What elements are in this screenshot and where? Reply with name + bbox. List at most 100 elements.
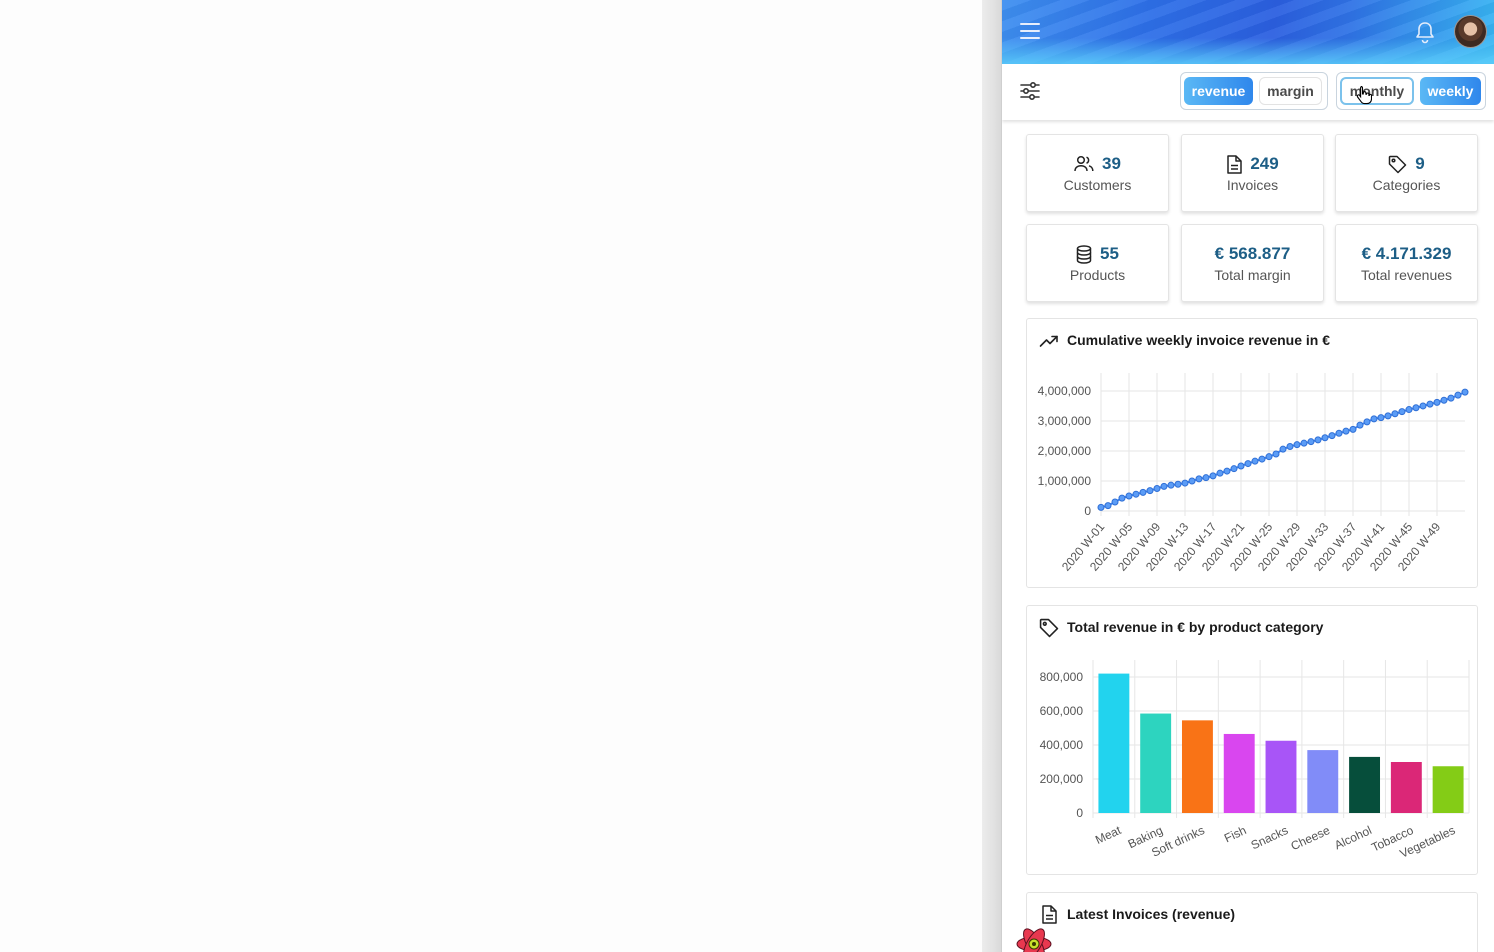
data-point [1356,421,1364,429]
database-icon [1076,244,1092,264]
toolbar: revenue margin monthly weekly [1002,64,1494,120]
data-point [1335,429,1343,437]
data-point [1405,406,1413,414]
category-revenue-bar-chart: 0200,000400,000600,000800,000Meat BakingS… [1040,660,1470,861]
data-point [1279,445,1287,453]
pointer-cursor-icon [1356,85,1372,105]
tag-icon [1039,618,1059,638]
data-point [1202,474,1210,482]
bar-meat [1098,673,1130,813]
data-point [1272,450,1280,458]
stat-value: 55 [1100,244,1119,263]
y-tick-label: 1,000,000 [1038,474,1092,488]
data-point [1321,434,1329,442]
stat-value: 249 [1250,154,1279,173]
data-point [1174,480,1182,488]
data-point [1454,391,1462,399]
data-point [1251,457,1259,465]
menu-icon[interactable] [1020,23,1040,39]
data-point [1426,400,1434,408]
bar-tobacco [1390,762,1422,813]
data-point [1342,427,1350,435]
bar-fish [1223,733,1255,813]
y-tick-label: 600,000 [1040,704,1084,718]
y-tick-label: 200,000 [1040,772,1084,786]
data-point [1328,432,1336,440]
bar-vegetables [1432,766,1464,813]
revenue-toggle[interactable]: revenue [1184,77,1253,105]
data-point [1188,477,1196,485]
stat-label: Products [1069,267,1126,283]
app-header [1002,0,1494,64]
stat-card-invoices: 249 Invoices [1181,134,1324,212]
data-point [1391,410,1399,418]
stat-card-total-margin: € 568.877 Total margin [1181,224,1324,302]
data-point [1146,487,1154,495]
data-point [1181,479,1189,487]
stat-card-total-revenues: € 4.171.329 Total revenues [1335,224,1478,302]
bar-snacks [1265,740,1297,813]
category-revenue-panel: Total revenue in € by product category 0… [1026,605,1478,875]
data-point [1139,488,1147,496]
sliders-icon[interactable] [1020,82,1040,100]
y-tick-label: 800,000 [1040,670,1084,684]
weekly-toggle[interactable]: weekly [1420,77,1481,105]
data-point [1244,460,1252,468]
window-divider[interactable] [982,0,1002,952]
data-point [1223,467,1231,475]
panel-title: Total revenue in € by product category [1067,619,1324,635]
data-point [1307,438,1315,446]
stat-value: € 4.171.329 [1361,244,1452,263]
data-point [1209,472,1217,480]
data-point [1097,503,1105,511]
data-point [1440,396,1448,404]
stat-label: Invoices [1226,177,1279,193]
dashboard-app: revenue margin monthly weekly 39 Custome… [1002,0,1494,952]
data-point [1265,453,1273,461]
stat-card-customers: 39 Customers [1026,134,1169,212]
data-point [1111,498,1119,506]
x-tick-label: Meat [1093,823,1124,847]
stat-label: Customers [1063,177,1132,193]
stat-value: 9 [1415,154,1425,173]
bar-cheese [1307,750,1339,813]
tag-icon [1389,155,1407,173]
cumulative-revenue-line-chart: 01,000,0002,000,0003,000,0004,000,000202… [1038,373,1469,574]
data-point [1363,418,1371,426]
stat-card-products: 55 Products [1026,224,1169,302]
data-point [1370,415,1378,423]
data-point [1118,494,1126,502]
latest-invoices-panel: Latest Invoices (revenue) [1026,892,1478,952]
trending-up-icon [1039,335,1058,347]
stat-card-categories: 9 Categories [1335,134,1478,212]
data-point [1104,502,1112,510]
margin-toggle[interactable]: margin [1259,77,1322,105]
data-point [1433,398,1441,406]
document-icon [1042,905,1057,924]
y-tick-label: 4,000,000 [1038,384,1092,398]
data-point [1349,425,1357,433]
y-tick-label: 3,000,000 [1038,414,1092,428]
stat-value: € 568.877 [1214,244,1291,263]
data-point [1286,442,1294,450]
metric-toggle-group: revenue margin [1180,72,1328,110]
bell-icon[interactable] [1414,20,1436,44]
monthly-toggle[interactable]: monthly [1340,77,1414,105]
stat-label: Total revenues [1360,267,1453,283]
empty-left-area [0,0,982,952]
react-devtools-icon[interactable] [1014,926,1054,952]
x-tick-label: Fish [1222,823,1248,845]
data-point [1314,436,1322,444]
data-point [1258,455,1266,463]
panel-title: Latest Invoices (revenue) [1067,906,1236,922]
y-tick-label: 0 [1076,806,1083,820]
data-point [1300,439,1308,447]
document-icon [1227,154,1243,174]
data-point [1293,441,1301,449]
data-point [1398,408,1406,416]
user-avatar[interactable] [1454,15,1487,48]
bar-baking [1140,713,1172,813]
x-tick-label: Alcohol [1332,823,1374,852]
y-tick-label: 2,000,000 [1038,444,1092,458]
x-tick-label: Snacks [1249,823,1291,852]
